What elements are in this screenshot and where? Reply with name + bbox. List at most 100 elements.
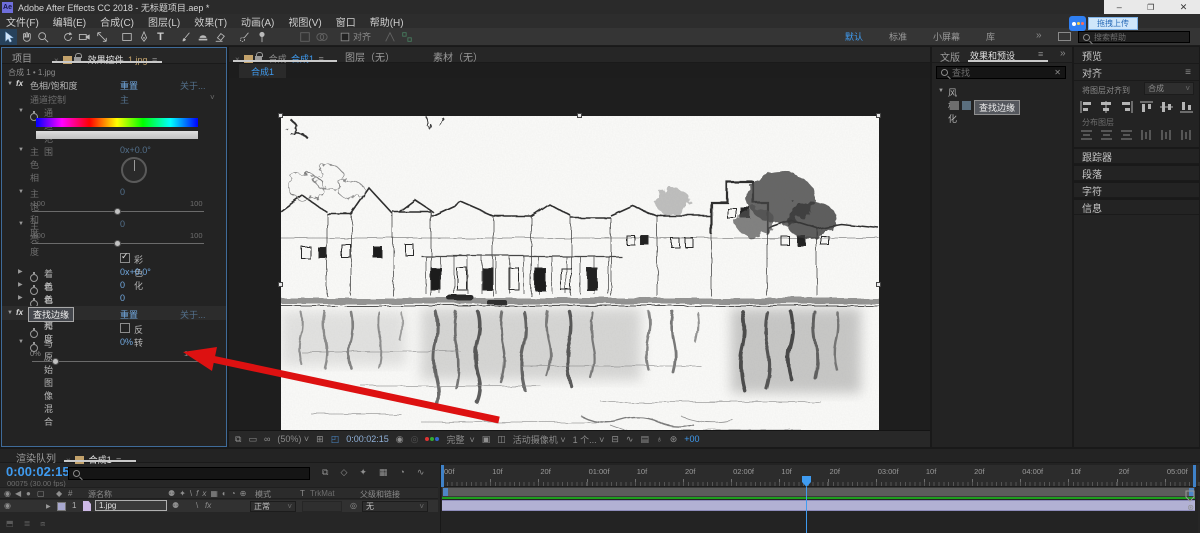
mask-option-icon[interactable]: [296, 29, 313, 45]
panel-menu-icon[interactable]: ≡: [1185, 67, 1191, 78]
layer-quality-icon[interactable]: ⚉: [172, 501, 179, 510]
show-channel-icon[interactable]: [425, 437, 439, 441]
expand-transfer-controls-icon[interactable]: ≣: [24, 519, 31, 529]
layer-quality-slash-icon[interactable]: \: [196, 501, 198, 510]
parent-pickwhip-icon[interactable]: ◎: [350, 501, 357, 510]
hide-shy-icon[interactable]: ✦: [359, 467, 367, 478]
help-search-box[interactable]: 搜索帮助: [1078, 31, 1190, 43]
menu-item[interactable]: 图层(L): [148, 14, 180, 29]
snap-option-icon[interactable]: [381, 29, 398, 45]
hand-tool[interactable]: [17, 29, 34, 45]
align-to-dropdown[interactable]: 合成˅: [1144, 82, 1194, 95]
about-link[interactable]: 关于...: [180, 79, 206, 92]
workspace-tab[interactable]: 小屏幕: [933, 30, 960, 43]
stopwatch-icon[interactable]: [30, 274, 38, 282]
work-area-start-handle[interactable]: [443, 488, 448, 496]
blend-slider[interactable]: [52, 358, 59, 365]
time-ruler[interactable]: 00f10f20f01:00f10f20f02:00f10f20f03:00f1…: [441, 465, 1199, 487]
selection-handle[interactable]: [577, 113, 582, 118]
rectangle-tool[interactable]: [118, 29, 135, 45]
clone-stamp-tool[interactable]: [194, 29, 211, 45]
layer-expander[interactable]: ▶: [46, 503, 51, 510]
effect-name-selected[interactable]: 查找边缘: [28, 307, 74, 322]
menu-item[interactable]: 动画(A): [241, 14, 274, 29]
lightness-slider[interactable]: [114, 240, 121, 247]
align-h-center-button[interactable]: [1100, 100, 1113, 118]
roto-brush-tool[interactable]: [236, 29, 253, 45]
viewer-area[interactable]: [229, 78, 930, 430]
in-point-marker[interactable]: [441, 465, 444, 487]
layer-visibility-icon[interactable]: ◉: [4, 501, 11, 510]
snap-checkbox[interactable]: [341, 32, 350, 41]
colorize-lightness-value[interactable]: 0: [120, 293, 125, 303]
main-viewer-icon[interactable]: ▭: [248, 431, 257, 448]
workspace-tab[interactable]: 库: [986, 30, 995, 43]
layer-label-color[interactable]: [57, 502, 66, 511]
roi-icon[interactable]: ▣: [482, 431, 491, 448]
effects-item-row[interactable]: 查找边缘: [932, 99, 1072, 112]
selection-handle[interactable]: [278, 282, 283, 287]
tab-left-panel[interactable]: 文版: [940, 49, 960, 64]
menu-item[interactable]: 编辑(E): [53, 14, 86, 29]
minimize-icon[interactable]: –: [1117, 2, 1122, 12]
column-mode[interactable]: 模式: [255, 489, 271, 500]
hue-dial[interactable]: [121, 157, 147, 183]
blend-option-icon[interactable]: [313, 29, 330, 45]
unified-camera-tool[interactable]: [76, 29, 93, 45]
composition-image[interactable]: [281, 116, 879, 447]
preview-panel-header[interactable]: 预览: [1074, 47, 1199, 64]
tracker-panel-header[interactable]: 跟踪器: [1074, 147, 1199, 164]
reset-link[interactable]: 重置: [120, 308, 138, 321]
tab-footage[interactable]: 素材（无）: [433, 49, 483, 64]
frame-blending-icon[interactable]: ▦: [379, 467, 388, 478]
distribute-bottom-button[interactable]: [1120, 128, 1133, 146]
tab-layer[interactable]: 图层（无）: [345, 49, 395, 64]
timeline-button-icon[interactable]: ▤: [640, 431, 649, 448]
master-hue-value[interactable]: 0x+0.0°: [120, 145, 151, 155]
align-top-button[interactable]: [1140, 100, 1153, 118]
puppet-pin-tool[interactable]: [253, 29, 270, 45]
netdisk-upload-icon[interactable]: [1069, 16, 1086, 31]
layer-name[interactable]: 1.jpg: [95, 500, 167, 511]
master-saturation-value[interactable]: 0: [120, 187, 125, 197]
align-bottom-button[interactable]: [1180, 100, 1193, 118]
snapshot-icon[interactable]: ◉: [396, 431, 404, 448]
exposure-value[interactable]: +00: [684, 434, 699, 444]
about-link[interactable]: 关于...: [180, 308, 206, 321]
draft-3d-icon[interactable]: ◇: [340, 467, 347, 478]
invert-checkbox[interactable]: [120, 323, 130, 333]
rotation-tool[interactable]: [59, 29, 76, 45]
distribute-v-center-button[interactable]: [1100, 128, 1113, 146]
panel-menu-icon[interactable]: ≡: [1038, 49, 1043, 59]
comp-button-icon[interactable]: ⊛: [1187, 503, 1194, 512]
restore-icon[interactable]: ❐: [1147, 3, 1154, 12]
resolution-dropdown[interactable]: 完整 ˅: [446, 433, 474, 446]
menu-item[interactable]: 视图(V): [288, 14, 321, 29]
expand-layer-switches-icon[interactable]: ⬒: [6, 519, 14, 529]
distribute-h-center-button[interactable]: [1160, 128, 1173, 146]
column-source-name[interactable]: 源名称: [88, 489, 112, 500]
menu-item[interactable]: 窗口: [336, 14, 356, 29]
pixel-aspect-icon[interactable]: ⊟: [611, 431, 619, 448]
grid-guides-icon[interactable]: ⊞: [316, 431, 324, 448]
column-trkmat[interactable]: TrkMat: [310, 489, 335, 498]
tab-project[interactable]: 项目: [12, 50, 32, 65]
selection-tool[interactable]: [0, 29, 17, 45]
workspace-overflow[interactable]: »: [1036, 30, 1042, 41]
parent-dropdown[interactable]: 无˅: [362, 501, 428, 512]
menu-item[interactable]: 文件(F): [6, 14, 39, 29]
flowchart-icon[interactable]: ♁: [656, 431, 663, 448]
distribute-top-button[interactable]: [1080, 128, 1093, 146]
blend-value[interactable]: 0%: [120, 337, 133, 347]
fast-previews-icon[interactable]: ∿: [626, 431, 634, 448]
layer-duration-bar[interactable]: [442, 500, 1195, 511]
column-parent[interactable]: 父级和链接: [360, 489, 400, 500]
master-lightness-value[interactable]: 0: [120, 219, 125, 229]
channel-control-dropdown[interactable]: 主: [120, 93, 129, 106]
out-point-marker[interactable]: [1193, 465, 1196, 487]
menu-item[interactable]: 帮助(H): [370, 14, 404, 29]
mask-visibility-icon[interactable]: ◰: [331, 431, 340, 448]
selection-handle[interactable]: [876, 113, 881, 118]
saturation-slider[interactable]: [114, 208, 121, 215]
colorize-hue-value[interactable]: 0x+0.0°: [120, 267, 151, 277]
